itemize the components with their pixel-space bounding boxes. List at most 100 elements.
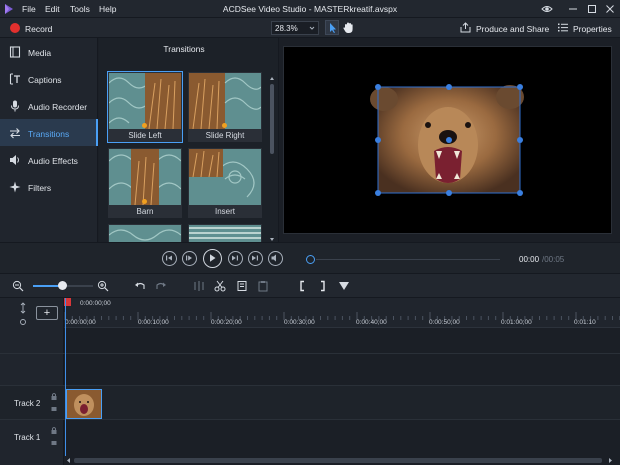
skip-start-icon bbox=[166, 255, 172, 261]
transition-preview bbox=[109, 73, 181, 129]
transition-barn[interactable]: Barn bbox=[108, 148, 182, 218]
preview-canvas[interactable] bbox=[283, 46, 612, 234]
properties-button[interactable]: Properties bbox=[573, 24, 612, 34]
sidebar-item-label: Filters bbox=[28, 183, 52, 193]
share-icon[interactable] bbox=[460, 22, 471, 33]
minimize-icon[interactable] bbox=[566, 2, 580, 16]
ruler-label: 0:00:00;00 bbox=[65, 319, 96, 326]
volume-button[interactable] bbox=[268, 251, 283, 266]
paste-icon[interactable] bbox=[257, 280, 269, 292]
sidebar: Media Captions Audio Recorder Transition… bbox=[0, 38, 98, 242]
cursor-arrow-icon bbox=[330, 23, 336, 33]
transition-item-partial[interactable] bbox=[188, 224, 262, 242]
captions-icon bbox=[9, 73, 20, 85]
split-icon[interactable] bbox=[193, 280, 205, 292]
copy-icon[interactable] bbox=[236, 280, 248, 292]
chevron-down-icon bbox=[309, 26, 315, 30]
maximize-icon[interactable] bbox=[585, 2, 599, 16]
sidebar-item-transitions[interactable]: Transitions bbox=[0, 119, 98, 146]
undo-icon[interactable] bbox=[134, 280, 146, 292]
transition-preview bbox=[189, 73, 261, 129]
preview-scrubber[interactable] bbox=[306, 255, 315, 264]
sidebar-item-audio-effects[interactable]: Audio Effects bbox=[0, 146, 98, 173]
hand-icon[interactable] bbox=[342, 21, 354, 34]
scissors-icon[interactable] bbox=[214, 280, 226, 292]
mark-in-icon[interactable] bbox=[297, 280, 309, 292]
transition-slide-left[interactable]: Slide Left bbox=[107, 71, 183, 143]
pointer-tool-button[interactable] bbox=[325, 20, 339, 35]
track-name: Track 2 bbox=[14, 399, 41, 408]
sidebar-item-captions[interactable]: Captions bbox=[0, 65, 98, 92]
transitions-title: Transitions bbox=[163, 44, 205, 54]
zoom-select[interactable]: 28.3% bbox=[271, 21, 319, 35]
eye-icon[interactable] bbox=[540, 2, 554, 16]
previous-button[interactable] bbox=[228, 251, 243, 266]
zoom-value: 28.3% bbox=[275, 24, 298, 33]
timeline-zoom-slider[interactable] bbox=[58, 281, 67, 290]
add-track-button[interactable]: + bbox=[36, 306, 58, 320]
track-height-icon[interactable] bbox=[18, 302, 28, 328]
frame-forward-icon bbox=[232, 255, 238, 261]
timeline-ruler[interactable]: 0:00:00;00 0:00:10;00 0:00:20;00 0:00:30… bbox=[64, 298, 620, 328]
sidebar-item-audio-recorder[interactable]: Audio Recorder bbox=[0, 92, 98, 119]
ruler-label: 0:00:10;00 bbox=[138, 319, 169, 326]
scrollbar-thumb[interactable] bbox=[270, 84, 274, 154]
close-icon[interactable] bbox=[603, 2, 617, 16]
scroll-left-icon[interactable] bbox=[66, 457, 72, 464]
transition-preview bbox=[189, 149, 261, 205]
lock-icon[interactable] bbox=[50, 392, 58, 414]
produce-and-share-button[interactable]: Produce and Share bbox=[476, 24, 549, 34]
lock-icon[interactable] bbox=[50, 426, 58, 448]
sidebar-item-filters[interactable]: Filters bbox=[0, 173, 98, 200]
zoom-out-icon[interactable] bbox=[12, 280, 24, 292]
playhead-line[interactable] bbox=[65, 298, 66, 465]
sidebar-item-label: Captions bbox=[28, 75, 62, 85]
skip-end-icon bbox=[252, 255, 258, 261]
play-button[interactable] bbox=[203, 249, 222, 268]
bear-photo[interactable] bbox=[284, 47, 611, 233]
transition-label: Slide Right bbox=[205, 131, 245, 140]
transition-label: Insert bbox=[214, 207, 235, 216]
redo-icon[interactable] bbox=[155, 280, 167, 292]
zoom-in-icon[interactable] bbox=[97, 280, 109, 292]
favorite-dot-icon bbox=[142, 123, 147, 128]
play-icon bbox=[210, 254, 216, 262]
current-time: 00:00 bbox=[519, 255, 540, 264]
sidebar-item-media[interactable]: Media bbox=[0, 38, 98, 65]
transition-label: Slide Left bbox=[128, 131, 162, 140]
mark-out-icon[interactable] bbox=[316, 280, 328, 292]
speaker-icon bbox=[271, 254, 276, 262]
track-name: Track 1 bbox=[14, 433, 41, 442]
ruler-label: 0:00:30;00 bbox=[284, 319, 315, 326]
ruler-label: 0:01:00;00 bbox=[501, 319, 532, 326]
favorite-dot-icon bbox=[222, 123, 227, 128]
scroll-right-icon[interactable] bbox=[607, 457, 613, 464]
ruler-label: 0:01:10 bbox=[574, 319, 596, 326]
transition-preview bbox=[189, 225, 261, 242]
timeline-clip-bear[interactable] bbox=[66, 389, 102, 419]
total-time: /00:05 bbox=[542, 255, 565, 264]
step-back-button[interactable] bbox=[182, 251, 197, 266]
main-toolbar: Record 28.3% Produce and Share Propertie… bbox=[0, 18, 620, 38]
microphone-icon bbox=[11, 100, 19, 112]
favorite-dot-icon bbox=[142, 199, 147, 204]
film-strip-icon bbox=[9, 46, 21, 58]
record-button[interactable]: Record bbox=[25, 24, 52, 34]
timeline: + 0:00:00;00 0:00:10;00 0:00:20;00 0:00:… bbox=[0, 298, 620, 465]
marker-icon[interactable] bbox=[338, 280, 350, 292]
record-icon[interactable] bbox=[10, 23, 20, 33]
track-row-track-1: Track 1 bbox=[0, 419, 620, 452]
sparkle-icon bbox=[9, 181, 21, 193]
transition-label: Barn bbox=[136, 207, 154, 216]
transition-insert[interactable]: Insert bbox=[188, 148, 262, 218]
transitions-icon bbox=[10, 128, 20, 139]
sidebar-item-label: Audio Effects bbox=[28, 156, 78, 166]
transition-item-partial[interactable] bbox=[108, 224, 182, 242]
transition-slide-right[interactable]: Slide Right bbox=[188, 72, 262, 142]
preview-progress-track[interactable] bbox=[316, 259, 500, 260]
title-bar: File Edit Tools Help ACDSee Video Studio… bbox=[0, 0, 620, 18]
go-to-end-button[interactable] bbox=[248, 251, 263, 266]
list-icon[interactable] bbox=[558, 23, 568, 32]
go-to-start-button[interactable] bbox=[162, 251, 177, 266]
scrollbar-thumb[interactable] bbox=[74, 458, 602, 463]
